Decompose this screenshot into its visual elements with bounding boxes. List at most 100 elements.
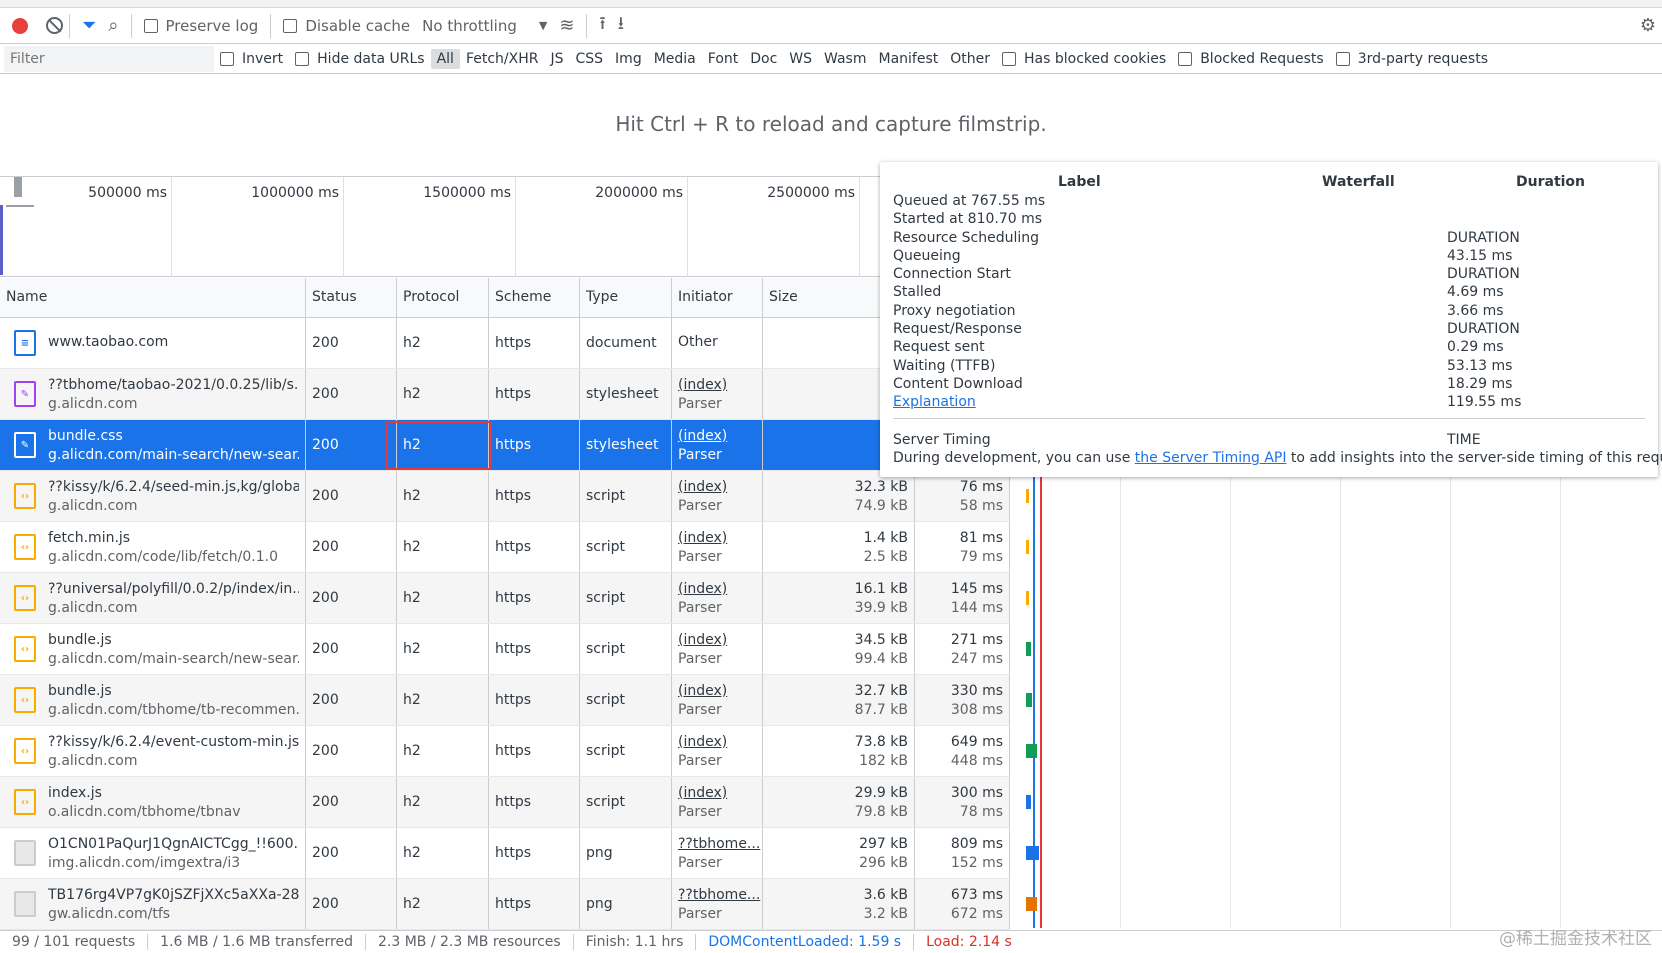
type-filter-js[interactable]: JS — [544, 49, 569, 69]
search-toggle[interactable]: ⌕ — [102, 8, 124, 44]
col-type[interactable]: Type — [580, 278, 672, 317]
disable-cache-checkbox[interactable]: Disable cache — [277, 8, 416, 44]
initiator-link[interactable]: (index) — [678, 785, 727, 801]
table-row[interactable]: ≡www.taobao.com200h2httpsdocumentOther86… — [0, 318, 1010, 369]
name-cell[interactable]: ✎ bundle.css g.alicdn.com/main-search/new-… — [0, 420, 306, 470]
table-row[interactable]: TB176rg4VP7gK0jSZFjXXc5aXXa-28... gw.alic… — [0, 879, 1010, 930]
type-filter-fetch-xhr[interactable]: Fetch/XHR — [460, 49, 545, 69]
name-cell[interactable]: ≡ www.taobao.com — [0, 318, 306, 368]
col-status[interactable]: Status — [306, 278, 397, 317]
explanation-link[interactable]: Explanation — [893, 393, 1045, 411]
initiator-link[interactable]: (index) — [678, 530, 727, 546]
table-row[interactable]: ‹› bundle.js g.alicdn.com/tbhome/tb-recomm… — [0, 675, 1010, 726]
name-cell[interactable]: TB176rg4VP7gK0jSZFjXXc5aXXa-28... gw.alic… — [0, 879, 306, 929]
filter-input[interactable] — [4, 45, 214, 72]
name-cell[interactable]: ‹› ??kissy/k/6.2.4/seed-min.js,kg/globa..… — [0, 471, 306, 521]
preserve-log-checkbox[interactable]: Preserve log — [138, 8, 265, 44]
checkbox-box[interactable] — [1335, 51, 1350, 66]
has-blocked-cookies-checkbox[interactable]: Has blocked cookies — [996, 51, 1172, 67]
third-party-checkbox[interactable]: 3rd-party requests — [1330, 51, 1494, 67]
checkbox-box[interactable] — [143, 18, 158, 33]
waterfall-bar[interactable] — [1026, 489, 1029, 503]
checkbox-box[interactable] — [220, 51, 234, 66]
filter-toggle[interactable]: ⏷ — [76, 8, 102, 44]
table-row[interactable]: ‹› ??kissy/k/6.2.4/event-custom-min.js,..… — [0, 726, 1010, 777]
table-row[interactable]: ‹› bundle.js g.alicdn.com/main-search/new-… — [0, 624, 1010, 675]
checkbox-box[interactable] — [295, 51, 310, 66]
request-name: O1CN01PaQurJ1QgnAICTCgg_!!600... — [48, 835, 299, 852]
record-icon[interactable] — [12, 17, 28, 34]
request-host: g.alicdn.com — [48, 599, 138, 616]
col-name[interactable]: Name — [0, 278, 306, 317]
waterfall-bar[interactable] — [1026, 693, 1032, 707]
checkbox-box[interactable] — [1002, 51, 1017, 66]
col-scheme[interactable]: Scheme — [489, 278, 580, 317]
col-protocol[interactable]: Protocol — [397, 278, 489, 317]
type-filter-font[interactable]: Font — [702, 49, 744, 69]
type-filter-manifest[interactable]: Manifest — [873, 49, 945, 69]
type-filter-img[interactable]: Img — [609, 49, 648, 69]
table-row[interactable]: ‹› ??kissy/k/6.2.4/seed-min.js,kg/globa..… — [0, 471, 1010, 522]
invert-checkbox[interactable]: Invert — [214, 51, 289, 67]
latency-time: 78 ms — [959, 803, 1003, 820]
checkbox-box[interactable] — [283, 18, 298, 33]
name-cell[interactable]: ‹› bundle.js g.alicdn.com/main-search/new-… — [0, 624, 306, 674]
settings-button[interactable]: ⚙ — [1634, 8, 1662, 44]
export-har-button[interactable]: ⭳ — [612, 8, 630, 44]
network-conditions-button[interactable]: ≋ — [553, 8, 580, 44]
table-row[interactable]: O1CN01PaQurJ1QgnAICTCgg_!!600... img.alic… — [0, 828, 1010, 879]
protocol-highlight-box — [386, 421, 492, 470]
waterfall-bar[interactable] — [1026, 846, 1040, 860]
name-stack: index.js o.alicdn.com/tbhome/tbnav — [48, 785, 241, 820]
initiator-link[interactable]: (index) — [678, 734, 727, 750]
initiator-link[interactable]: (index) — [678, 581, 727, 597]
type-filter-all[interactable]: All — [430, 48, 460, 69]
timing-label: Content Download — [893, 375, 1023, 392]
name-cell[interactable]: ‹› ??kissy/k/6.2.4/event-custom-min.js,..… — [0, 726, 306, 776]
initiator-link[interactable]: ??tbhome... — [678, 836, 760, 852]
waterfall-bar[interactable] — [1026, 897, 1038, 911]
table-row[interactable]: ‹› ??universal/polyfill/0.0.2/p/index/in.… — [0, 573, 1010, 624]
type-filter-ws[interactable]: WS — [783, 49, 818, 69]
type-filter-doc[interactable]: Doc — [744, 49, 783, 69]
initiator-link[interactable]: ??tbhome... — [678, 887, 760, 903]
waterfall-bar[interactable] — [1026, 540, 1029, 554]
type-filter-css[interactable]: CSS — [569, 49, 609, 69]
waterfall-bar[interactable] — [1026, 744, 1037, 758]
timeline-overview[interactable]: 500000 ms 1000000 ms 1500000 ms 2000000 … — [0, 176, 880, 277]
hide-data-urls-checkbox[interactable]: Hide data URLs — [289, 51, 430, 67]
overview-handle[interactable] — [14, 177, 22, 197]
filmstrip-message: Hit Ctrl + R to reload and capture films… — [615, 112, 1047, 136]
table-row[interactable]: ✎ bundle.css g.alicdn.com/main-search/new-… — [0, 420, 1010, 471]
table-row[interactable]: ‹› index.js o.alicdn.com/tbhome/tbnav 200 h2… — [0, 777, 1010, 828]
server-timing-api-link[interactable]: the Server Timing API — [1135, 450, 1287, 466]
type-filter-media[interactable]: Media — [648, 49, 702, 69]
transferred-size: 29.9 kB — [854, 784, 908, 801]
initiator-link[interactable]: (index) — [678, 479, 727, 495]
name-cell[interactable]: ‹› fetch.min.js g.alicdn.com/code/lib/fetc… — [0, 522, 306, 572]
initiator-link[interactable]: (index) — [678, 428, 727, 444]
name-cell[interactable]: ‹› bundle.js g.alicdn.com/tbhome/tb-recomm… — [0, 675, 306, 725]
checkbox-box[interactable] — [1178, 51, 1193, 66]
type-filter-wasm[interactable]: Wasm — [818, 49, 872, 69]
col-initiator[interactable]: Initiator — [672, 278, 763, 317]
blocked-requests-checkbox[interactable]: Blocked Requests — [1172, 51, 1329, 67]
type-filter-other[interactable]: Other — [944, 49, 996, 69]
initiator-link[interactable]: (index) — [678, 683, 727, 699]
name-cell[interactable]: ‹› index.js o.alicdn.com/tbhome/tbnav — [0, 777, 306, 827]
timing-label: Proxy negotiation — [893, 302, 1016, 319]
table-row[interactable]: ✎ ??tbhome/taobao-2021/0.0.25/lib/s... g.a… — [0, 369, 1010, 420]
initiator-link[interactable]: (index) — [678, 377, 727, 393]
waterfall-bar[interactable] — [1026, 642, 1031, 656]
waterfall-bar[interactable] — [1026, 795, 1031, 809]
table-row[interactable]: ‹› fetch.min.js g.alicdn.com/code/lib/fetc… — [0, 522, 1010, 573]
transferred-size: 32.3 kB — [854, 478, 908, 495]
throttling-select[interactable]: No throttling ▼ — [416, 8, 553, 44]
name-cell[interactable]: O1CN01PaQurJ1QgnAICTCgg_!!600... img.alic… — [0, 828, 306, 878]
name-cell[interactable]: ‹› ??universal/polyfill/0.0.2/p/index/in.… — [0, 573, 306, 623]
clear-icon[interactable] — [46, 17, 63, 34]
import-har-button[interactable]: ⭱ — [593, 8, 611, 44]
initiator-link[interactable]: (index) — [678, 632, 727, 648]
waterfall-bar[interactable] — [1026, 591, 1029, 605]
name-cell[interactable]: ✎ ??tbhome/taobao-2021/0.0.25/lib/s... g.a… — [0, 369, 306, 419]
